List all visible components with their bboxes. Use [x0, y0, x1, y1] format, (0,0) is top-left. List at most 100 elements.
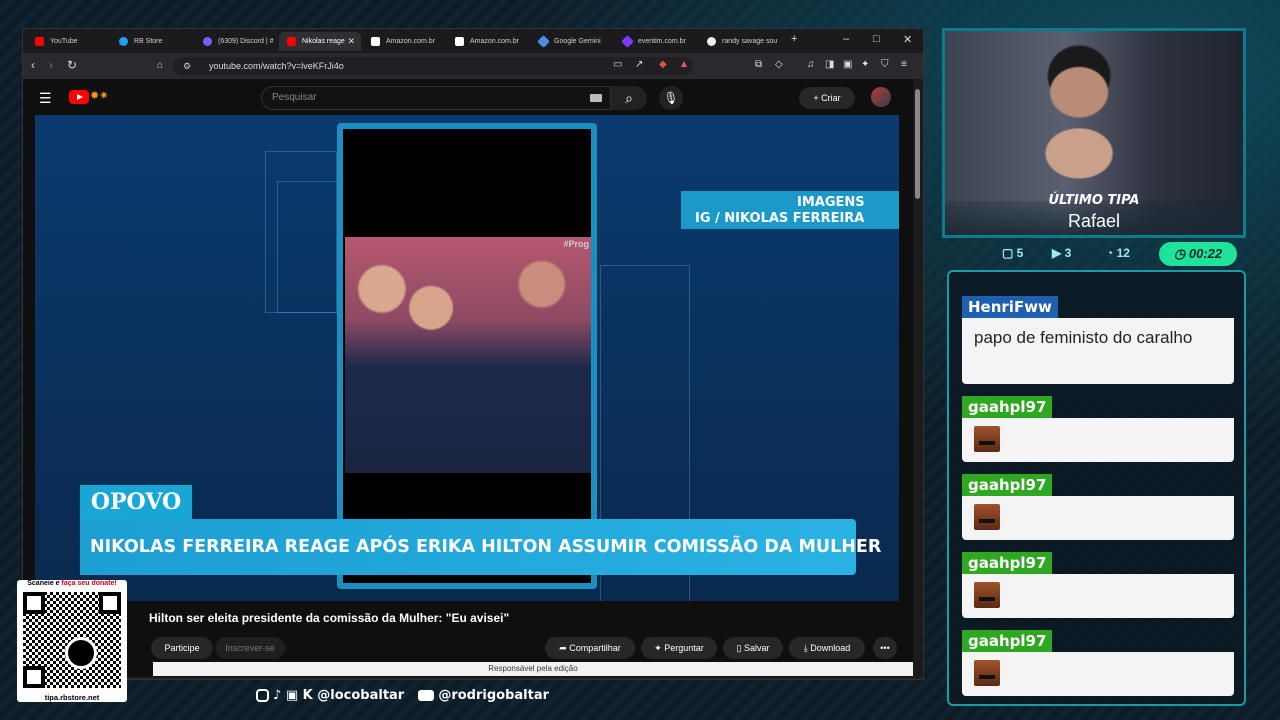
timer-badge: ◷ 00:22	[1159, 242, 1237, 266]
chat-emote-bubble	[962, 418, 1234, 462]
menu-icon[interactable]: ≡	[901, 59, 907, 70]
video-still: #Prog	[345, 237, 591, 473]
qr-corner	[99, 592, 121, 614]
eventim-icon	[621, 35, 634, 48]
download-button[interactable]: ⤓ Download	[789, 637, 865, 659]
vpn-icon[interactable]: ⛉	[881, 59, 889, 70]
last-tip-banner: ÚLTIMO TIPA Rafael	[945, 193, 1243, 235]
qr-logo	[65, 637, 97, 669]
amazon-icon	[455, 37, 464, 46]
emote-icon	[974, 426, 1000, 452]
tab-youtube[interactable]: YouTube	[27, 32, 109, 51]
subscribe-button[interactable]: Inscrever-se	[215, 637, 285, 659]
ai-icon[interactable]: ✦	[861, 59, 869, 70]
emote-icon	[974, 504, 1000, 530]
microphone-icon: 🎙	[663, 91, 679, 105]
tab-amazon-2[interactable]: Amazon.com.br	[447, 32, 529, 51]
kick-icon: K	[302, 688, 313, 703]
brave-shield-icon[interactable]: ◆	[659, 59, 667, 70]
chat-message: HenriFww papo de feministo do caralho	[962, 296, 1234, 384]
ask-button[interactable]: ✦ Perguntar	[641, 637, 717, 659]
doodle-icon: ✸✷	[90, 90, 109, 102]
voice-search-button[interactable]: 🎙	[659, 86, 683, 110]
reload-icon[interactable]: ↻	[67, 58, 77, 72]
wallet-icon[interactable]: ◇	[775, 59, 783, 70]
bookmark-icon[interactable]: ⌂	[157, 57, 163, 75]
create-button[interactable]: + Criar	[799, 87, 855, 109]
search-button[interactable]: ⌕	[611, 86, 647, 110]
videos-stat: ▶ 3	[1052, 246, 1072, 260]
opovo-brand: OPOVO	[80, 485, 192, 519]
chat-message: gaahpl97	[962, 630, 1234, 696]
tab-eventim[interactable]: eventim.com.br	[615, 32, 697, 51]
address-bar: ‹ › ↻ ⌂ ⚙ youtube.com/watch?v=lveKFrJi4o…	[23, 53, 923, 79]
video-headline: NIKOLAS FERREIRA REAGE APÓS ERIKA HILTON…	[80, 519, 881, 575]
chat-emote-bubble	[962, 496, 1234, 540]
scrollbar[interactable]	[913, 79, 923, 677]
tab-amazon-1[interactable]: Amazon.com.br	[363, 32, 445, 51]
comments-stat: ▢ 5	[1002, 246, 1024, 260]
tab-bar: YouTube RB Store (6309) Discord | # Niko…	[23, 29, 923, 53]
extensions-icon[interactable]: ⧉	[755, 59, 762, 70]
chat-text: papo de feministo do caralho	[962, 318, 1234, 384]
chat-message: gaahpl97	[962, 474, 1234, 540]
telegram-icon	[119, 37, 128, 46]
video-title: Hilton ser eleita presidente da comissão…	[149, 611, 510, 625]
comment-icon: ▢	[1002, 246, 1017, 260]
share-icon[interactable]: ↗	[635, 59, 643, 70]
emote-icon	[974, 660, 1000, 686]
gauge-icon: ◔	[1106, 246, 1117, 260]
youtube-icon	[35, 37, 44, 46]
search-input[interactable]: Pesquisar	[261, 86, 611, 110]
tab-google-search[interactable]: randy savage sou	[699, 32, 781, 51]
webcam-feed: ÚLTIMO TIPA Rafael	[942, 28, 1246, 238]
video-player[interactable]: #Prog IMAGENS IG / NIKOLAS FERREIRA OPOV…	[35, 115, 899, 601]
youtube-logo[interactable]	[69, 90, 89, 104]
qr-corner	[23, 666, 45, 688]
share-button[interactable]: ➦ Compartilhar	[545, 637, 635, 659]
chat-username: gaahpl97	[962, 396, 1053, 418]
tab-discord[interactable]: (6309) Discord | #	[195, 32, 277, 51]
maximize-icon[interactable]: □	[873, 33, 880, 45]
speed-stat: ◔ 12	[1106, 246, 1130, 260]
minimize-icon[interactable]: –	[843, 33, 849, 45]
site-info-icon[interactable]: ⚙	[183, 57, 191, 75]
chat-panel: HenriFww papo de feministo do caralho ga…	[947, 270, 1246, 706]
join-button[interactable]: Participe	[151, 637, 213, 659]
new-tab-icon[interactable]: +	[791, 33, 797, 45]
hamburger-menu-icon[interactable]: ☰	[39, 90, 52, 107]
chat-message: gaahpl97	[962, 396, 1234, 462]
sidebar-icon[interactable]: ◨	[825, 59, 834, 70]
back-icon[interactable]: ‹	[31, 58, 35, 72]
stream-stats: ▢ 5 ▶ 3 ◔ 12 ◷ 00:22	[946, 242, 1242, 266]
rewards-icon[interactable]: ▲	[679, 59, 689, 70]
chat-username: gaahpl97	[962, 474, 1053, 496]
tabs-icon[interactable]: ▣	[843, 59, 852, 70]
forward-icon[interactable]: ›	[49, 58, 53, 72]
share-icon: ➦	[559, 643, 570, 653]
qr-url: tipa.rbstore.net	[44, 693, 100, 702]
tab-nikolas-reage[interactable]: Nikolas reage ✕	[279, 32, 361, 51]
screenshot-icon[interactable]: ▭	[613, 59, 622, 70]
more-actions-button[interactable]: •••	[873, 637, 897, 659]
save-button[interactable]: ▯ Salvar	[723, 637, 783, 659]
account-avatar[interactable]	[871, 87, 891, 107]
keyboard-icon[interactable]	[590, 94, 602, 102]
plus-icon: +	[813, 93, 822, 103]
chat-username: gaahpl97	[962, 630, 1053, 652]
twitch-icon: ▣	[285, 688, 299, 703]
qr-corner	[23, 592, 45, 614]
tab-rb-store[interactable]: RB Store	[111, 32, 193, 51]
tab-gemini[interactable]: Google Gemini	[531, 32, 613, 51]
scrollbar-thumb[interactable]	[915, 89, 920, 199]
music-icon[interactable]: ♫	[807, 59, 815, 70]
youtube-page: ☰ ✸✷ Pesquisar ⌕ 🎙 + Criar #Prog IMAGENS…	[23, 79, 913, 677]
close-window-icon[interactable]: ✕	[903, 33, 912, 46]
more-icon: •••	[880, 643, 890, 653]
chat-message: gaahpl97	[962, 552, 1234, 618]
chat-emote-bubble	[962, 652, 1234, 696]
close-tab-icon[interactable]: ✕	[347, 36, 355, 47]
youtube-icon	[287, 37, 296, 46]
youtube-icon: ▶	[1052, 246, 1065, 260]
emote-icon	[974, 582, 1000, 608]
